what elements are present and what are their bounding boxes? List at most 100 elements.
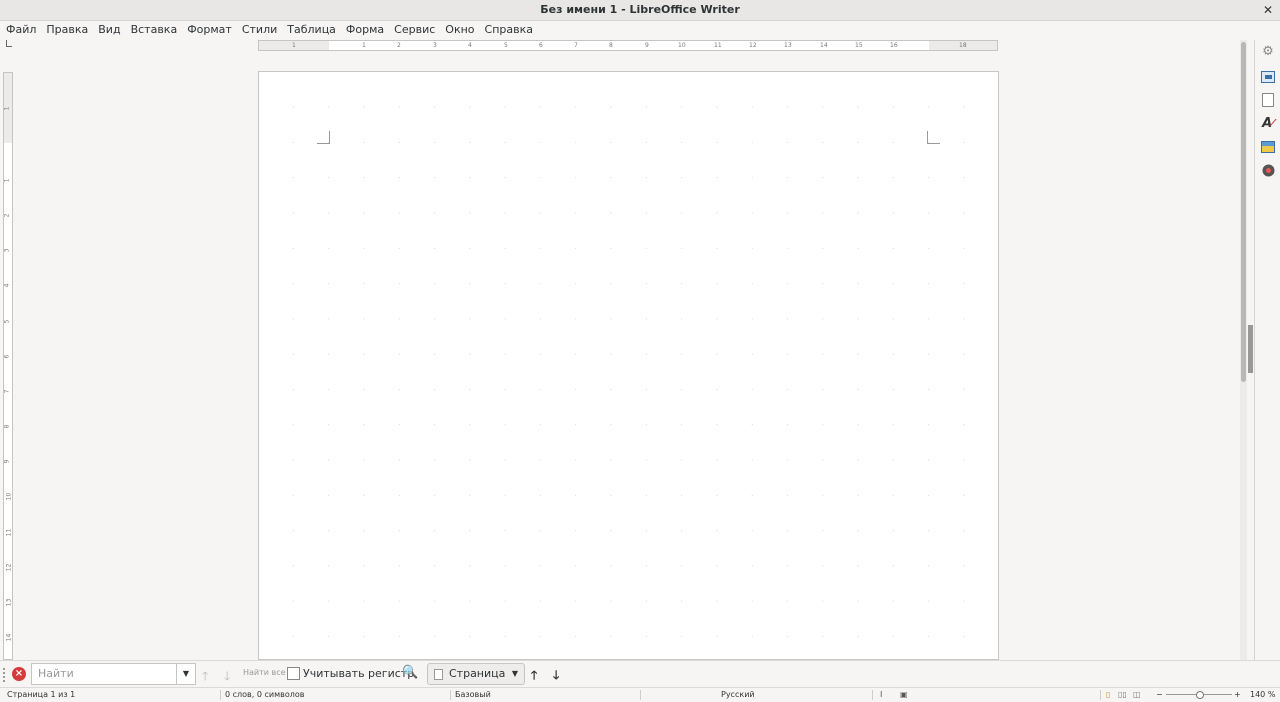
menu-form[interactable]: Форма [341,23,389,36]
ruler-label: 14 [5,633,13,642]
page-icon [434,669,443,680]
ruler-label: 2 [3,213,11,218]
menu-edit[interactable]: Правка [41,23,93,36]
ruler-label: 5 [504,42,508,49]
vertical-ruler[interactable]: 1 1 2 3 4 5 6 7 8 9 10 11 12 13 14 [3,72,13,660]
ruler-label: 9 [645,42,649,49]
zoom-out-button[interactable]: − [1156,690,1163,699]
sidebar-collapse-handle[interactable] [1248,325,1253,373]
tab-stop-selector[interactable] [6,40,12,47]
ruler-label: 4 [3,283,11,288]
ruler-label: 7 [3,389,11,394]
status-bar: Страница 1 из 1 0 слов, 0 символов Базов… [0,687,1280,702]
sidebar-tabbar: ⚙ A ⁄ [1254,40,1280,660]
search-type-select[interactable]: Страница ▼ [427,663,525,685]
ruler-label: 12 [5,563,13,572]
ruler-label: 15 [855,42,863,49]
zoom-in-button[interactable]: + [1234,690,1241,699]
ruler-label: 11 [714,42,722,49]
language-status[interactable]: Русский [721,690,755,699]
ruler-label: 3 [3,248,11,253]
menu-file[interactable]: Файл [1,23,41,36]
properties-icon[interactable] [1260,69,1276,85]
find-previous-icon[interactable]: 🡑 [202,667,208,688]
ruler-label: 1 [292,42,296,49]
page-count[interactable]: Страница 1 из 1 [7,690,75,699]
match-case-label[interactable]: Учитывать регистр [303,667,414,680]
page-icon[interactable] [1260,92,1276,108]
menu-window[interactable]: Окно [440,23,479,36]
ruler-label: 13 [5,598,13,607]
ruler-label: 7 [574,42,578,49]
single-page-view-icon[interactable]: ▯ [1106,690,1110,699]
selection-mode-icon[interactable]: ▣ [900,690,908,699]
title-bar: Без имени 1 - LibreOffice Writer ✕ [0,0,1280,21]
ruler-label: 9 [3,459,11,464]
text-boundary-top-left [317,131,330,144]
ruler-label: 1 [3,178,11,183]
ruler-label: 1 [3,106,11,111]
ruler-label: 1 [362,42,366,49]
menu-bar: Файл Правка Вид Вставка Формат Стили Таб… [0,21,1280,38]
vertical-scrollbar[interactable] [1240,40,1247,660]
navigator-icon[interactable] [1260,162,1276,178]
find-all-button[interactable]: Найти все [243,668,286,677]
ruler-label: 10 [678,42,686,49]
menu-tools[interactable]: Сервис [389,23,440,36]
page-style[interactable]: Базовый [455,690,491,699]
ruler-label: 14 [820,42,828,49]
ruler-label: 16 [890,42,898,49]
search-history-dropdown[interactable]: ▼ [176,663,196,685]
go-up-icon[interactable]: 🡑 [531,666,537,687]
horizontal-ruler[interactable]: 1 1 2 3 4 5 6 7 8 9 10 11 12 13 14 15 16… [258,40,998,51]
search-input[interactable]: Найти [31,663,177,685]
find-replace-icon[interactable]: 🔍 [402,665,418,680]
toolbar-grip[interactable] [3,668,7,682]
status-separator [1100,690,1101,700]
ruler-label: 18 [959,42,967,49]
menu-table[interactable]: Таблица [282,23,341,36]
ruler-label: 12 [749,42,757,49]
chevron-down-icon: ▼ [511,669,518,678]
styles-icon[interactable]: A ⁄ [1260,115,1276,131]
multi-page-view-icon[interactable]: ▯▯ [1118,690,1127,699]
ruler-label: 8 [609,42,613,49]
window-title: Без имени 1 - LibreOffice Writer [540,3,740,16]
find-next-icon[interactable]: 🡓 [224,667,230,688]
gallery-icon[interactable] [1260,139,1276,155]
insert-mode-icon[interactable]: I [880,690,882,699]
go-down-icon[interactable]: 🡓 [553,666,559,687]
ruler-label: 3 [433,42,437,49]
ruler-label: 6 [539,42,543,49]
menu-insert[interactable]: Вставка [126,23,183,36]
ruler-label: 13 [784,42,792,49]
ruler-label: 8 [3,424,11,429]
ruler-label: 10 [5,492,13,501]
menu-format[interactable]: Формат [182,23,237,36]
zoom-level[interactable]: 140 % [1250,690,1275,699]
ruler-label: 2 [397,42,401,49]
word-count[interactable]: 0 слов, 0 символов [225,690,304,699]
status-separator [640,690,641,700]
status-separator [872,690,873,700]
menu-styles[interactable]: Стили [237,23,282,36]
close-find-bar-button[interactable]: × [12,667,26,681]
search-type-value: Страница [449,667,506,680]
find-toolbar: × Найти ▼ 🡑 🡓 Найти все Учитывать регист… [0,660,1280,687]
menu-view[interactable]: Вид [93,23,125,36]
ruler-label: 4 [468,42,472,49]
ruler-label: 5 [3,319,11,324]
scrollbar-thumb[interactable] [1241,42,1246,382]
document-page[interactable] [258,71,999,660]
book-view-icon[interactable]: ◫ [1133,690,1141,699]
sidebar-menu-icon[interactable]: ⚙ [1260,43,1276,59]
match-case-checkbox[interactable] [287,667,300,680]
close-window-button[interactable]: ✕ [1263,0,1273,20]
status-separator [220,690,221,700]
status-separator [450,690,451,700]
menu-help[interactable]: Справка [480,23,538,36]
zoom-slider-handle[interactable] [1196,691,1204,699]
ruler-label: 6 [3,354,11,359]
ruler-label: 11 [5,528,13,537]
text-boundary-top-right [927,131,940,144]
